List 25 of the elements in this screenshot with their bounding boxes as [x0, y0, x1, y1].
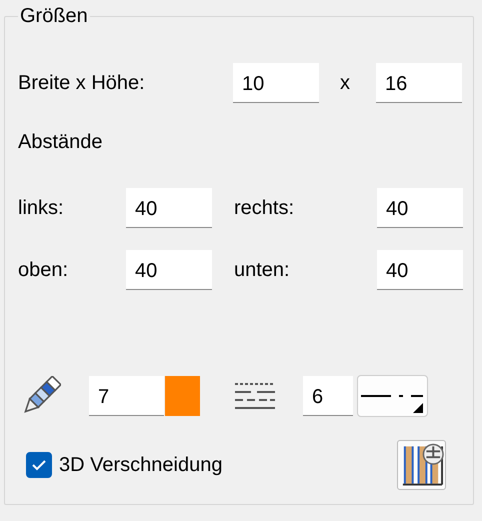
margin-label: links:	[18, 196, 65, 220]
group-title: Größen	[19, 4, 89, 28]
height-field[interactable]: 16	[376, 63, 462, 103]
line-style-dropdown[interactable]	[357, 375, 428, 417]
line-spacing-field[interactable]: 6	[303, 376, 353, 416]
size-label: Breite x Höhe:	[18, 72, 146, 94]
line-type-icon[interactable]	[235, 382, 275, 410]
color-swatch[interactable]	[165, 376, 200, 416]
margin-field[interactable]: 40	[377, 250, 463, 290]
spacing-heading: Abstände	[18, 130, 103, 154]
dash-dot-line-icon	[361, 395, 423, 397]
margin-label: rechts:	[234, 196, 296, 220]
pen-width-field[interactable]: 7	[89, 376, 164, 416]
margin-field[interactable]: 40	[377, 188, 463, 228]
checkbox[interactable]	[26, 452, 52, 478]
separator-label: x	[339, 72, 351, 94]
margin-label: oben:	[18, 258, 70, 282]
width-field[interactable]: 10	[233, 63, 319, 103]
margin-field[interactable]: 40	[126, 250, 212, 290]
checkbox-label: 3D Verschneidung	[59, 454, 224, 476]
margin-field[interactable]: 40	[126, 188, 212, 228]
columns-settings-button[interactable]	[397, 440, 446, 490]
pencil-icon[interactable]	[21, 376, 61, 416]
margin-label: unten:	[234, 258, 291, 282]
caret-icon	[413, 403, 423, 413]
